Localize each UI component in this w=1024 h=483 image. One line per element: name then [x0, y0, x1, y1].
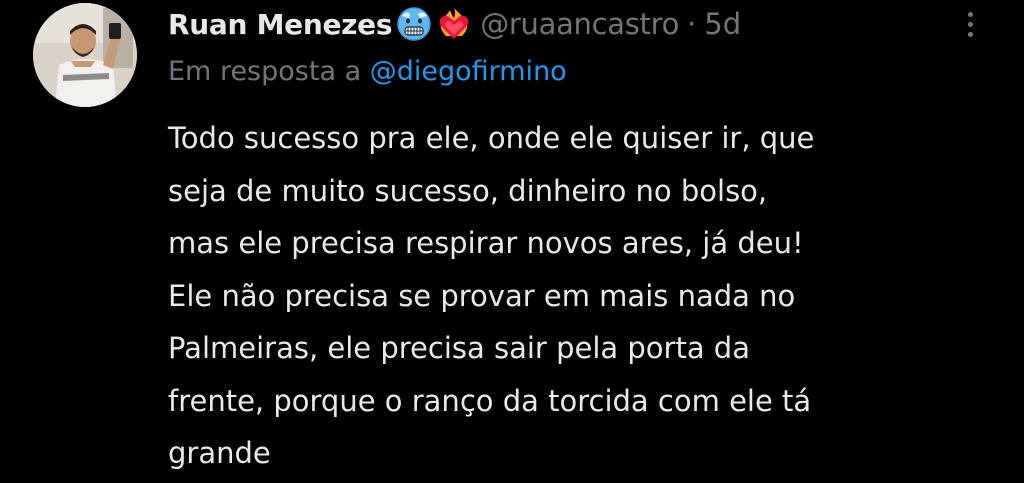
tweet-text-line: Ele não precisa se provar em mais nada n… — [168, 278, 796, 313]
tweet-header: Ruan Menezes @ruaancastro · 5d — [168, 2, 741, 46]
tweet-text: Todo sucesso pra ele, onde ele quiser ir… — [168, 112, 988, 480]
tweet-text-line: Palmeiras, ele precisa sair pela porta d… — [168, 331, 750, 365]
more-options-button[interactable] — [955, 6, 985, 42]
timestamp[interactable]: 5d — [704, 7, 741, 41]
tweet-text-line: frente, porque o ranço da torcida com el… — [168, 383, 812, 418]
author-handle[interactable]: @ruaancastro — [480, 7, 679, 41]
heart-on-fire-emoji-icon — [436, 6, 472, 42]
cold-face-emoji-icon — [396, 6, 432, 42]
reply-context: Em resposta a @diegofirmino — [168, 56, 567, 87]
avatar-photo — [33, 3, 137, 107]
tweet-text-line: Todo sucesso pra ele, onde ele quiser ir… — [168, 121, 815, 155]
tweet-text-line: grande — [168, 436, 271, 470]
tweet: Ruan Menezes @ruaancastro · 5d Em respos… — [0, 0, 1024, 483]
more-dot — [967, 31, 973, 37]
reply-prefix: Em resposta a — [168, 56, 362, 87]
tweet-text-line: mas ele precisa respirar novos ares, já … — [168, 226, 804, 260]
more-dot — [967, 21, 973, 27]
separator-dot: · — [687, 7, 697, 41]
tweet-text-line: seja de muito sucesso, dinheiro no bolso… — [168, 173, 768, 208]
reply-handle-link[interactable]: @diegofirmino — [370, 56, 567, 87]
display-name[interactable]: Ruan Menezes — [168, 8, 393, 41]
avatar[interactable] — [33, 3, 137, 107]
more-vertical-icon — [967, 11, 973, 17]
